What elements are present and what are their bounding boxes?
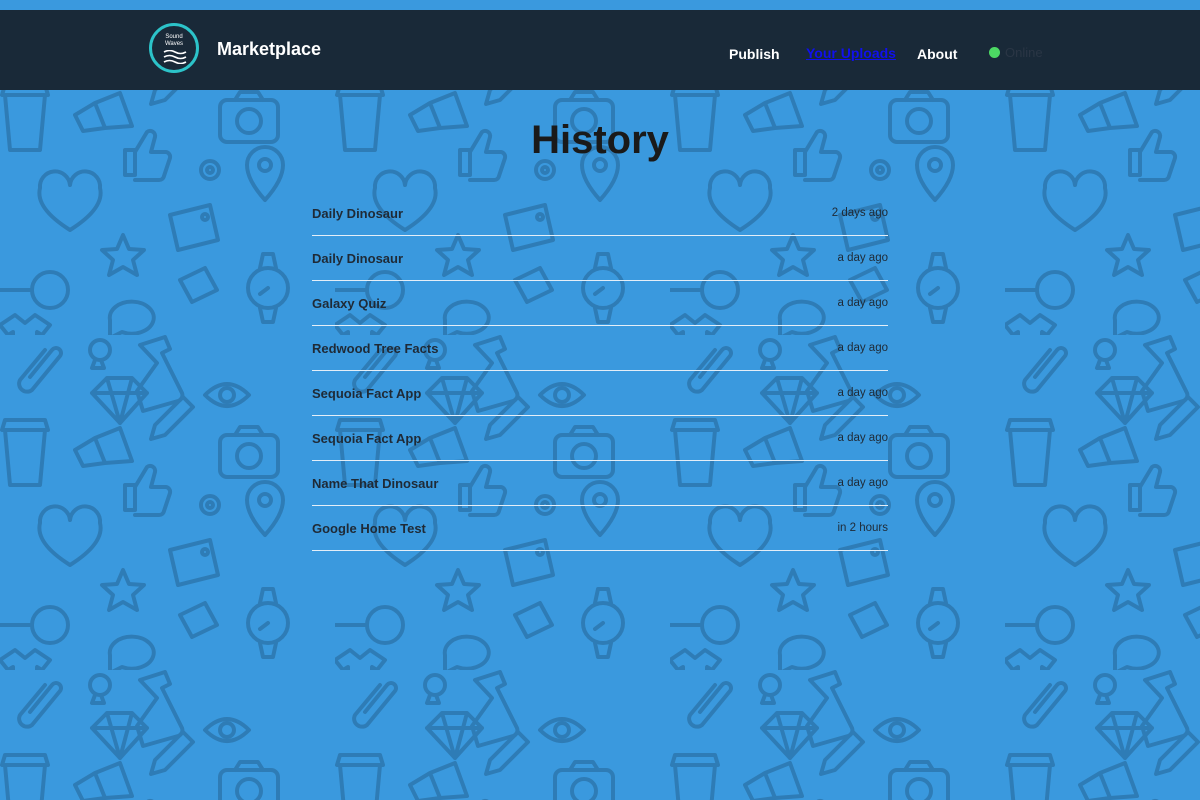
history-list: Daily Dinosaur 2 days ago Daily Dinosaur… <box>312 191 888 551</box>
history-item-name: Daily Dinosaur <box>312 206 404 221</box>
logo-text: Sound Waves <box>152 34 196 48</box>
history-item-name: Sequoia Fact App <box>312 386 422 401</box>
logo[interactable]: Sound Waves <box>149 23 199 73</box>
history-item-time: a day ago <box>837 387 888 399</box>
nav-about-link[interactable]: About <box>917 46 957 62</box>
history-item-name: Daily Dinosaur <box>312 251 404 266</box>
history-item-name: Name That Dinosaur <box>312 476 439 491</box>
navbar: Sound Waves Marketplace Publish Your Upl… <box>0 10 1200 90</box>
history-item-name: Galaxy Quiz <box>312 296 387 311</box>
history-item[interactable]: Galaxy Quiz a day ago <box>312 281 888 326</box>
history-item-time: a day ago <box>837 297 888 309</box>
history-item[interactable]: Redwood Tree Facts a day ago <box>312 326 888 371</box>
history-item-time: in 2 hours <box>837 522 888 534</box>
waves-icon <box>163 50 187 64</box>
nav-your-uploads-link[interactable]: Your Uploads <box>806 45 896 61</box>
logo-line-1: Sound <box>165 34 183 40</box>
online-status: Online <box>989 45 1043 60</box>
brand-title[interactable]: Marketplace <box>217 39 321 60</box>
history-item[interactable]: Daily Dinosaur a day ago <box>312 236 888 281</box>
status-dot-icon <box>989 47 1000 58</box>
history-item-name: Sequoia Fact App <box>312 431 422 446</box>
history-item-time: 2 days ago <box>831 207 888 219</box>
history-item[interactable]: Name That Dinosaur a day ago <box>312 461 888 506</box>
history-item-time: a day ago <box>837 252 888 264</box>
page-title: History <box>531 118 669 162</box>
history-item-time: a day ago <box>837 432 888 444</box>
history-item-time: a day ago <box>837 477 888 489</box>
history-item[interactable]: Sequoia Fact App a day ago <box>312 416 888 461</box>
logo-line-2: Waves <box>164 41 184 47</box>
nav-publish-link[interactable]: Publish <box>729 46 780 62</box>
history-item-time: a day ago <box>837 342 888 354</box>
status-label: Online <box>1005 45 1043 60</box>
history-item-name: Redwood Tree Facts <box>312 341 439 356</box>
history-item[interactable]: Daily Dinosaur 2 days ago <box>312 191 888 236</box>
history-item[interactable]: Google Home Test in 2 hours <box>312 506 888 551</box>
history-item-name: Google Home Test <box>312 521 426 536</box>
history-item[interactable]: Sequoia Fact App a day ago <box>312 371 888 416</box>
